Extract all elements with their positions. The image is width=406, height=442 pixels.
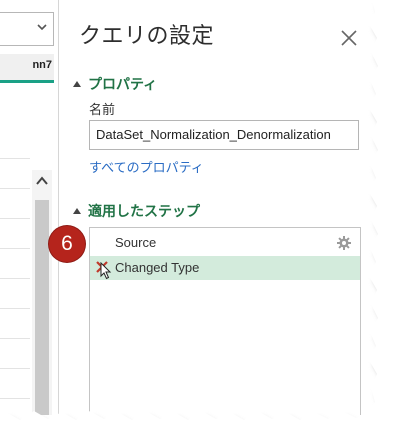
grid-line (0, 398, 30, 399)
applied-steps-section-title: 適用したステップ (88, 204, 200, 220)
step-changed-type[interactable]: Changed Type (90, 256, 360, 280)
chevron-up-icon[interactable] (32, 170, 52, 192)
step-source[interactable]: Source (90, 231, 360, 255)
name-label: 名前 (89, 103, 116, 118)
column-header[interactable]: nn7 (0, 54, 54, 83)
grid-line (0, 158, 30, 159)
column-dropdown[interactable] (0, 12, 54, 46)
grid-line (0, 248, 30, 249)
properties-section-title: プロパティ (88, 77, 158, 93)
vertical-scrollbar[interactable] (32, 170, 52, 415)
chevron-down-icon (37, 24, 47, 31)
grid-line (0, 188, 30, 189)
step-label: Changed Type (115, 260, 200, 275)
all-properties-link[interactable]: すべてのプロパティ (89, 157, 204, 176)
pane-divider (58, 0, 59, 415)
grid-line (0, 218, 30, 219)
close-icon[interactable] (340, 29, 358, 47)
data-grid-partial: nn7 (0, 0, 59, 415)
gear-icon[interactable] (337, 236, 351, 250)
grid-line (0, 338, 30, 339)
grid-line (0, 278, 30, 279)
scrollbar-thumb[interactable] (35, 200, 49, 415)
step-number-badge: 6 (49, 226, 85, 262)
step-label: Source (115, 235, 157, 250)
grid-rows (0, 150, 30, 415)
query-settings-pane: クエリの設定 プロパティ 名前 DataSet_Normalization_De… (60, 0, 372, 415)
mouse-cursor-icon (100, 262, 112, 280)
grid-line (0, 368, 30, 369)
badge-number: 6 (61, 232, 73, 255)
collapse-triangle-icon[interactable] (73, 208, 81, 214)
query-name-input[interactable]: DataSet_Normalization_Denormalization (89, 120, 359, 150)
column-header-label: nn7 (32, 59, 52, 71)
grid-line (0, 308, 30, 309)
applied-steps-list: Source Changed Type (89, 227, 361, 415)
collapse-triangle-icon[interactable] (73, 81, 81, 87)
pane-title: クエリの設定 (79, 24, 215, 49)
